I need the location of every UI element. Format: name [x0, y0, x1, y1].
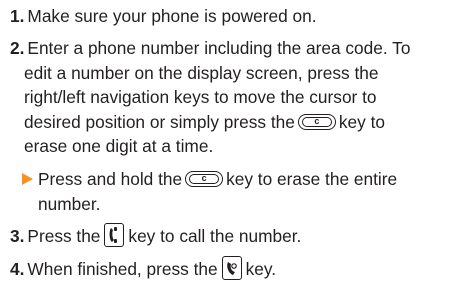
step-4: 4. When finished, press the key.: [10, 256, 450, 282]
step-number: 2.: [10, 38, 25, 58]
step-2: 2. Enter a phone number including the are…: [10, 36, 450, 159]
send-key-icon: [104, 223, 125, 248]
clear-key-icon: c: [185, 170, 224, 187]
step-text-line: edit a number on the display screen, pre…: [24, 62, 379, 83]
step-3: 3. Press the key to call the number.: [10, 223, 450, 249]
step-number: 1.: [10, 6, 25, 26]
step-number: 4.: [10, 259, 25, 279]
clear-key-icon: c: [297, 113, 336, 130]
step-text: Make sure your phone is powered on.: [27, 6, 317, 26]
orange-arrow-icon: [22, 173, 33, 185]
step-text-line-with-key: desired position or simply press the c key…: [24, 111, 385, 132]
instructions-page: 1. Make sure your phone is powered on. 2.…: [0, 0, 454, 297]
step-text-line: erase one digit at a time.: [24, 136, 214, 157]
step-1: 1. Make sure your phone is powered on.: [10, 4, 450, 29]
bullet-note: Press and hold the c key to erase the enti…: [10, 167, 450, 216]
step-text-line: right/left navigation keys to move the c…: [24, 87, 377, 108]
step-text-line: Enter a phone number including the area …: [27, 38, 411, 58]
step-number: 3.: [10, 226, 25, 246]
end-key-icon: [221, 256, 242, 281]
